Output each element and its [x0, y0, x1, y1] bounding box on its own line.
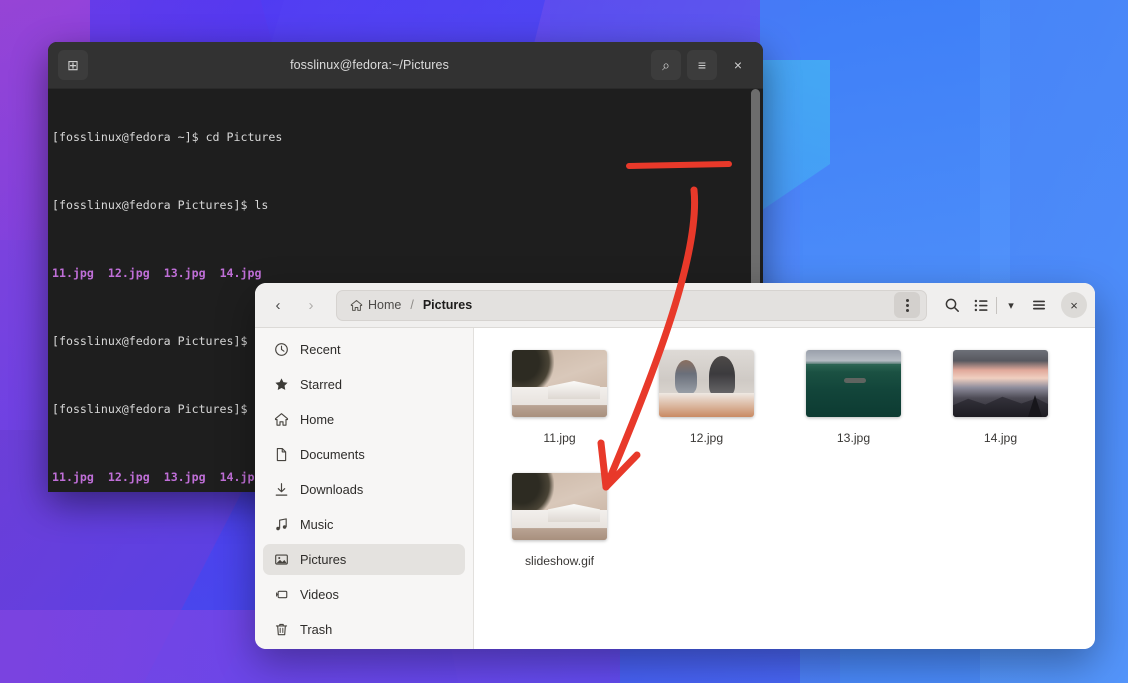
sidebar: Recent Starred Home	[255, 328, 474, 649]
file-label: 14.jpg	[984, 431, 1017, 445]
file-label: 12.jpg	[690, 431, 723, 445]
sidebar-label: Pictures	[300, 552, 346, 567]
file-name: 12.jpg	[108, 470, 150, 484]
list-view-glyph	[974, 298, 989, 313]
breadcrumb-home[interactable]: Home	[346, 296, 405, 314]
sidebar-item-downloads[interactable]: Downloads	[263, 474, 465, 505]
sidebar-item-videos[interactable]: Videos	[263, 579, 465, 610]
sidebar-item-documents[interactable]: Documents	[263, 439, 465, 470]
clock-icon	[273, 342, 289, 358]
thumbnail	[512, 350, 607, 417]
file-name: 13.jpg	[164, 266, 206, 280]
file-label: 13.jpg	[837, 431, 870, 445]
close-icon[interactable]: ×	[723, 50, 753, 80]
thumbnail	[659, 350, 754, 417]
file-manager-window[interactable]: ‹ › Home / Pictures	[255, 283, 1095, 649]
breadcrumb-home-label: Home	[368, 298, 401, 312]
sidebar-label: Music	[300, 517, 333, 532]
home-icon	[273, 412, 289, 428]
hamburger-glyph	[1031, 297, 1047, 313]
search-glyph	[944, 297, 960, 313]
sidebar-label: Trash	[300, 622, 332, 637]
file-label: 11.jpg	[543, 431, 575, 445]
thumbnail	[512, 473, 607, 540]
sidebar-item-pictures[interactable]: Pictures	[263, 544, 465, 575]
file-item-12jpg[interactable]: 12.jpg	[655, 350, 758, 445]
sidebar-label: Downloads	[300, 482, 363, 497]
sidebar-item-recent[interactable]: Recent	[263, 334, 465, 365]
terminal-prompt: [fosslinux@fedora ~]$	[52, 130, 206, 144]
sidebar-label: Recent	[300, 342, 341, 357]
breadcrumb-separator: /	[410, 298, 413, 312]
terminal-line: [fosslinux@fedora Pictures]$ ls	[52, 197, 763, 214]
thumbnail	[806, 350, 901, 417]
file-manager-body: Recent Starred Home	[255, 328, 1095, 649]
breadcrumb-current-label: Pictures	[423, 298, 472, 312]
file-name: 11.jpg	[52, 266, 94, 280]
star-icon	[273, 377, 289, 393]
trash-icon	[273, 622, 289, 638]
terminal-line: [fosslinux@fedora ~]$ cd Pictures	[52, 129, 763, 146]
sidebar-item-music[interactable]: Music	[263, 509, 465, 540]
terminal-titlebar-buttons[interactable]: ⌕ ≡ ×	[651, 50, 753, 80]
sidebar-label: Documents	[300, 447, 365, 462]
picture-icon	[273, 552, 289, 568]
terminal-ls-output: 11.jpg 12.jpg 13.jpg 14.jpg	[52, 265, 763, 282]
file-name: 12.jpg	[108, 266, 150, 280]
document-icon	[273, 447, 289, 463]
file-name: 13.jpg	[164, 470, 206, 484]
thumbnail	[953, 350, 1048, 417]
terminal-command: ls	[254, 198, 268, 212]
sidebar-label: Videos	[300, 587, 339, 602]
file-grid: 11.jpg 12.jpg 13.jpg 14.jpg slideshow.gi…	[474, 328, 1095, 649]
sidebar-item-trash[interactable]: Trash	[263, 614, 465, 645]
file-item-13jpg[interactable]: 13.jpg	[802, 350, 905, 445]
file-item-14jpg[interactable]: 14.jpg	[949, 350, 1052, 445]
file-name: 14.jpg	[220, 266, 262, 280]
terminal-prompt: [fosslinux@fedora Pictures]$	[52, 198, 254, 212]
chevron-right-icon[interactable]: ›	[296, 290, 326, 320]
terminal-title: fosslinux@fedora:~/Pictures	[88, 58, 651, 72]
download-icon	[273, 482, 289, 498]
close-icon[interactable]: ×	[1061, 292, 1087, 318]
file-name: 11.jpg	[52, 470, 94, 484]
search-icon[interactable]	[937, 290, 967, 320]
file-item-slideshow-gif[interactable]: slideshow.gif	[508, 473, 611, 568]
video-icon	[273, 587, 289, 603]
file-manager-header[interactable]: ‹ › Home / Pictures	[255, 283, 1095, 328]
terminal-prompt: [fosslinux@fedora Pictures]$	[52, 402, 254, 416]
toolbar-divider	[996, 297, 997, 314]
list-view-icon[interactable]	[970, 290, 992, 320]
sidebar-label: Starred	[300, 377, 342, 392]
chevron-down-icon[interactable]: ▾	[1001, 290, 1021, 320]
kebab-menu-icon[interactable]	[894, 292, 920, 318]
music-note-icon	[273, 517, 289, 533]
home-icon	[350, 299, 363, 312]
sidebar-label: Home	[300, 412, 334, 427]
breadcrumb[interactable]: Home / Pictures	[336, 290, 927, 321]
terminal-command: cd Pictures	[206, 130, 283, 144]
search-icon[interactable]: ⌕	[651, 50, 681, 80]
sidebar-item-home[interactable]: Home	[263, 404, 465, 435]
breadcrumb-current[interactable]: Pictures	[419, 296, 476, 314]
new-tab-icon[interactable]: ⊞	[58, 50, 88, 80]
file-item-11jpg[interactable]: 11.jpg	[508, 350, 611, 445]
hamburger-menu-icon[interactable]	[1024, 290, 1054, 320]
terminal-titlebar[interactable]: ⊞ fosslinux@fedora:~/Pictures ⌕ ≡ ×	[48, 42, 763, 89]
chevron-left-icon[interactable]: ‹	[263, 290, 293, 320]
terminal-prompt: [fosslinux@fedora Pictures]$	[52, 334, 254, 348]
file-label: slideshow.gif	[525, 554, 594, 568]
sidebar-item-starred[interactable]: Starred	[263, 369, 465, 400]
hamburger-menu-icon[interactable]: ≡	[687, 50, 717, 80]
